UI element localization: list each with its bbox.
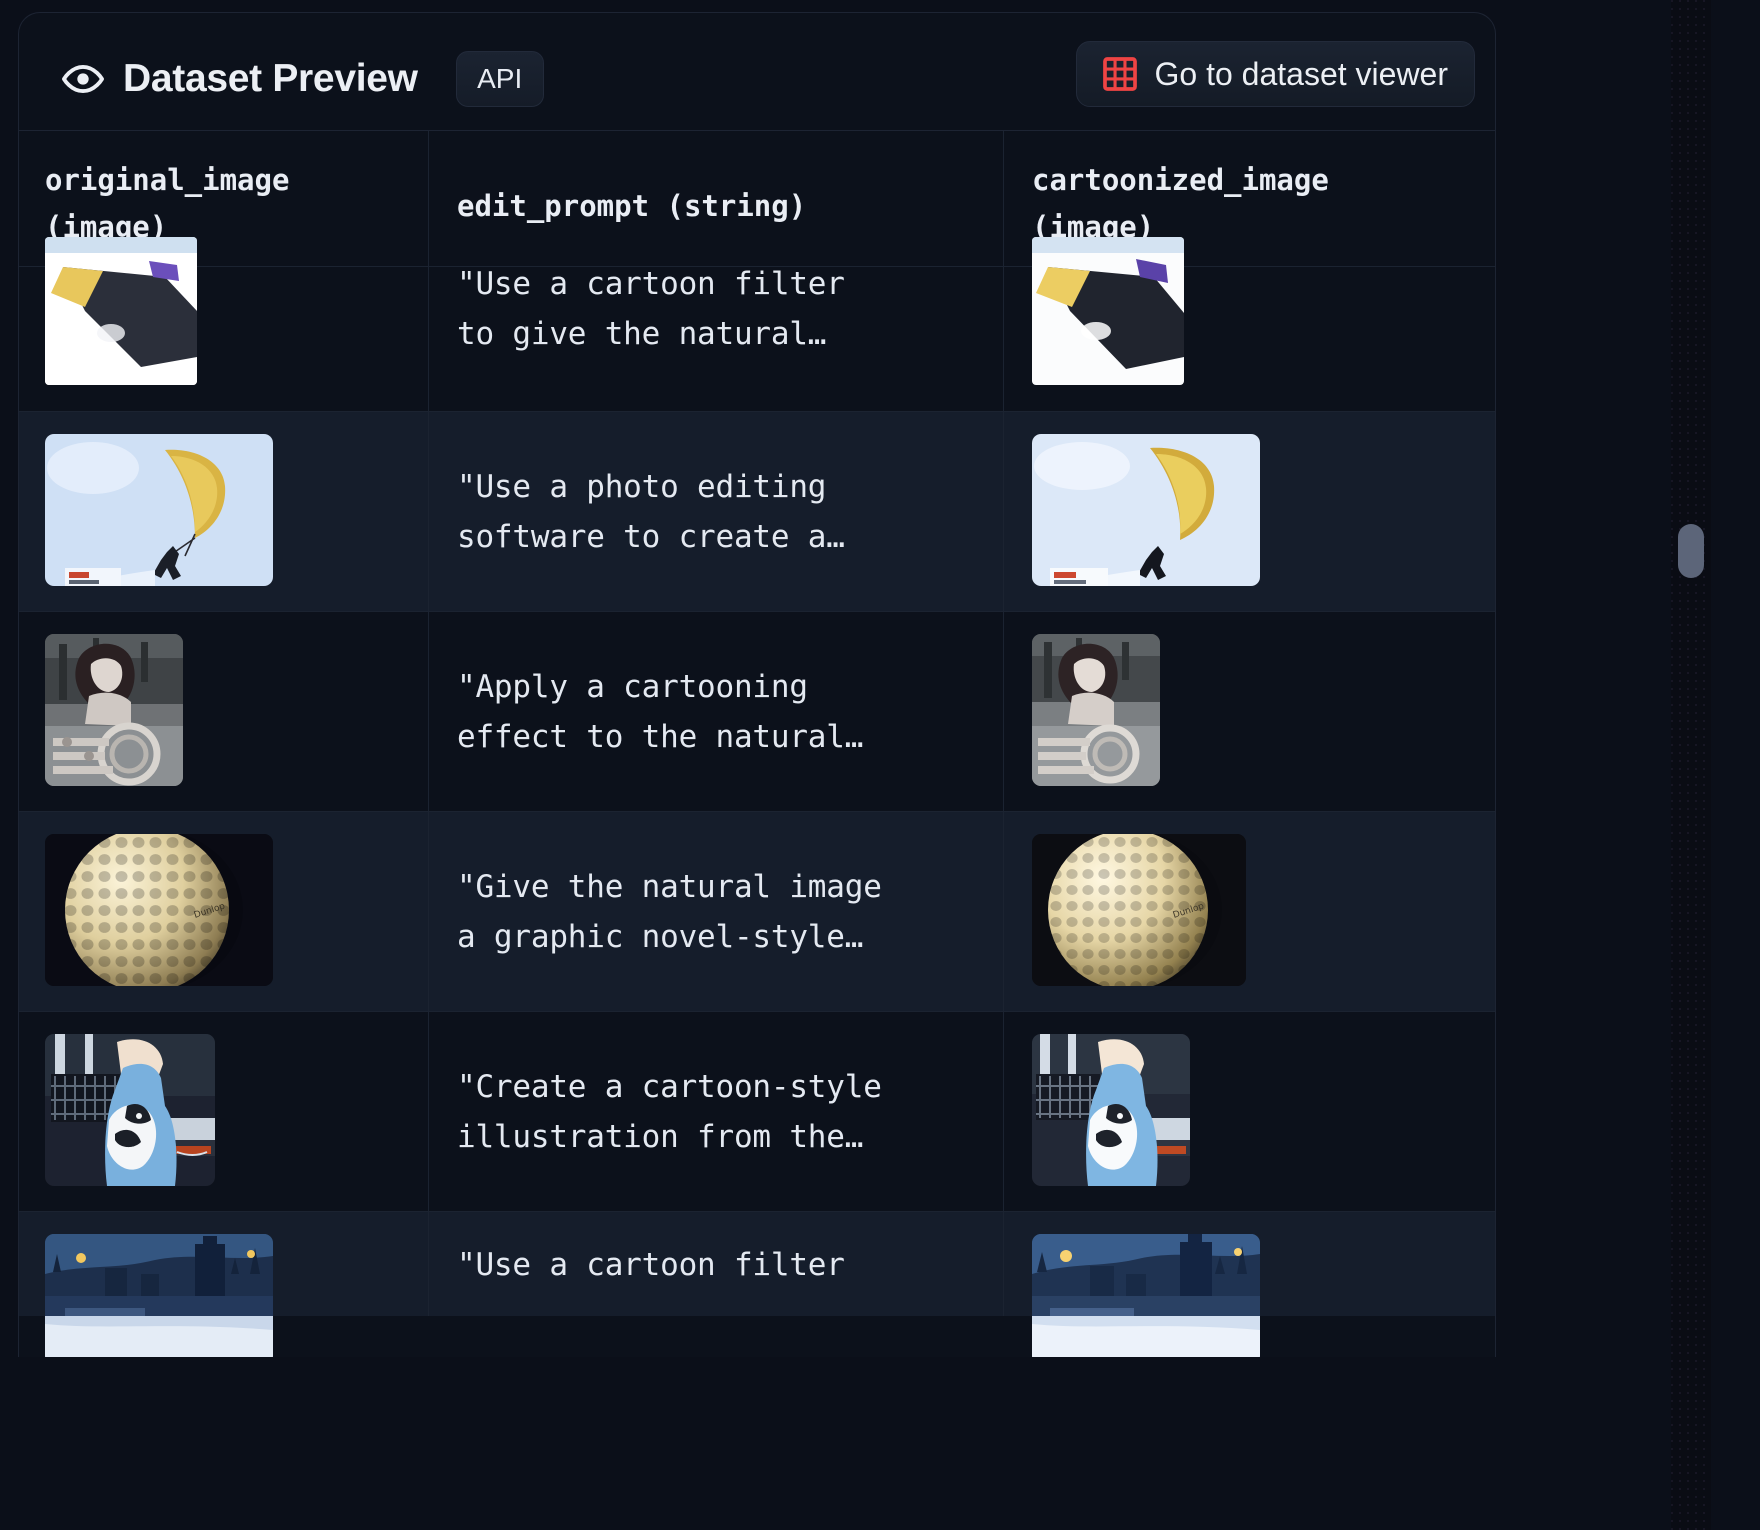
table-row[interactable]: "Use a cartoon filter to give the natura… [19,237,1495,411]
edit-prompt-text: "Give the natural image a graphic novel-… [457,869,882,956]
dataset-preview-screen: Dataset Preview API Go to dataset viewer… [0,0,1760,1530]
cell-original-image[interactable] [19,412,429,611]
vertical-scrollbar-track[interactable] [1671,0,1711,1530]
cell-edit-prompt[interactable]: "Use a photo editing software to create … [429,412,1004,611]
edit-prompt-text: "Create a cartoon-style illustration fro… [457,1069,882,1156]
cell-original-image[interactable] [19,1012,429,1211]
go-to-dataset-viewer-button[interactable]: Go to dataset viewer [1075,41,1475,107]
page-title: Dataset Preview [123,57,418,100]
edit-prompt-text: "Apply a cartooning effect to the natura… [457,669,864,756]
edit-prompt-text: "Use a cartoon filter [457,1247,845,1283]
thumbnail-cartoonized[interactable] [1032,1034,1190,1186]
cell-edit-prompt[interactable]: "Give the natural image a graphic novel-… [429,812,1004,1011]
table-row[interactable]: "Use a cartoon filter [19,1211,1495,1357]
api-button[interactable]: API [455,51,544,107]
grid-icon [1102,57,1137,91]
thumbnail-cartoonized[interactable]: Dunlop [1032,834,1246,986]
go-to-dataset-viewer-label: Go to dataset viewer [1154,55,1448,92]
eye-icon [61,57,105,101]
dataset-table: original_image (image) edit_prompt (stri… [19,131,1495,1357]
cell-cartoonized-image[interactable] [1004,237,1495,411]
cell-cartoonized-image[interactable] [1004,1012,1495,1211]
cell-cartoonized-image[interactable] [1004,1212,1495,1357]
table-row[interactable]: "Apply a cartooning effect to the natura… [19,611,1495,811]
table-header-row: original_image (image) edit_prompt (stri… [19,131,1495,266]
panel-header-left: Dataset Preview API [61,51,544,107]
cell-edit-prompt[interactable]: "Use a cartoon filter [429,1212,1004,1316]
thumbnail-cartoonized[interactable] [1032,237,1184,385]
cell-original-image[interactable] [19,237,429,411]
panel-header: Dataset Preview API Go to dataset viewer [19,13,1495,131]
cell-cartoonized-image[interactable]: Dunlop [1004,812,1495,1011]
cell-original-image[interactable] [19,612,429,811]
thumbnail-cartoonized[interactable] [1032,434,1260,586]
thumbnail-original[interactable] [45,237,197,385]
cell-edit-prompt[interactable]: "Use a cartoon filter to give the natura… [429,266,1004,411]
thumbnail-cartoonized[interactable] [1032,634,1160,786]
column-header-label: edit_prompt (string) [457,189,807,223]
dataset-preview-panel: Dataset Preview API Go to dataset viewer… [18,12,1496,1357]
edit-prompt-text: "Use a cartoon filter to give the natura… [457,266,845,353]
cell-edit-prompt[interactable]: "Apply a cartooning effect to the natura… [429,612,1004,811]
table-row[interactable]: Dunlop "Give the natural image a graphic… [19,811,1495,1011]
thumbnail-original[interactable] [45,434,273,586]
thumbnail-cartoonized[interactable] [1032,1234,1260,1357]
thumbnail-original[interactable] [45,1034,215,1186]
cell-original-image[interactable]: Dunlop [19,812,429,1011]
cell-cartoonized-image[interactable] [1004,612,1495,811]
cell-original-image[interactable] [19,1212,429,1357]
table-row[interactable]: "Create a cartoon-style illustration fro… [19,1011,1495,1211]
thumbnail-original[interactable]: Dunlop [45,834,273,986]
thumbnail-original[interactable] [45,634,183,786]
thumbnail-original[interactable] [45,1234,273,1357]
cell-cartoonized-image[interactable] [1004,412,1495,611]
cell-edit-prompt[interactable]: "Create a cartoon-style illustration fro… [429,1012,1004,1211]
vertical-scrollbar-thumb[interactable] [1678,524,1704,578]
table-row[interactable]: "Use a photo editing software to create … [19,411,1495,611]
column-header-edit-prompt[interactable]: edit_prompt (string) [429,131,1004,266]
edit-prompt-text: "Use a photo editing software to create … [457,469,845,556]
